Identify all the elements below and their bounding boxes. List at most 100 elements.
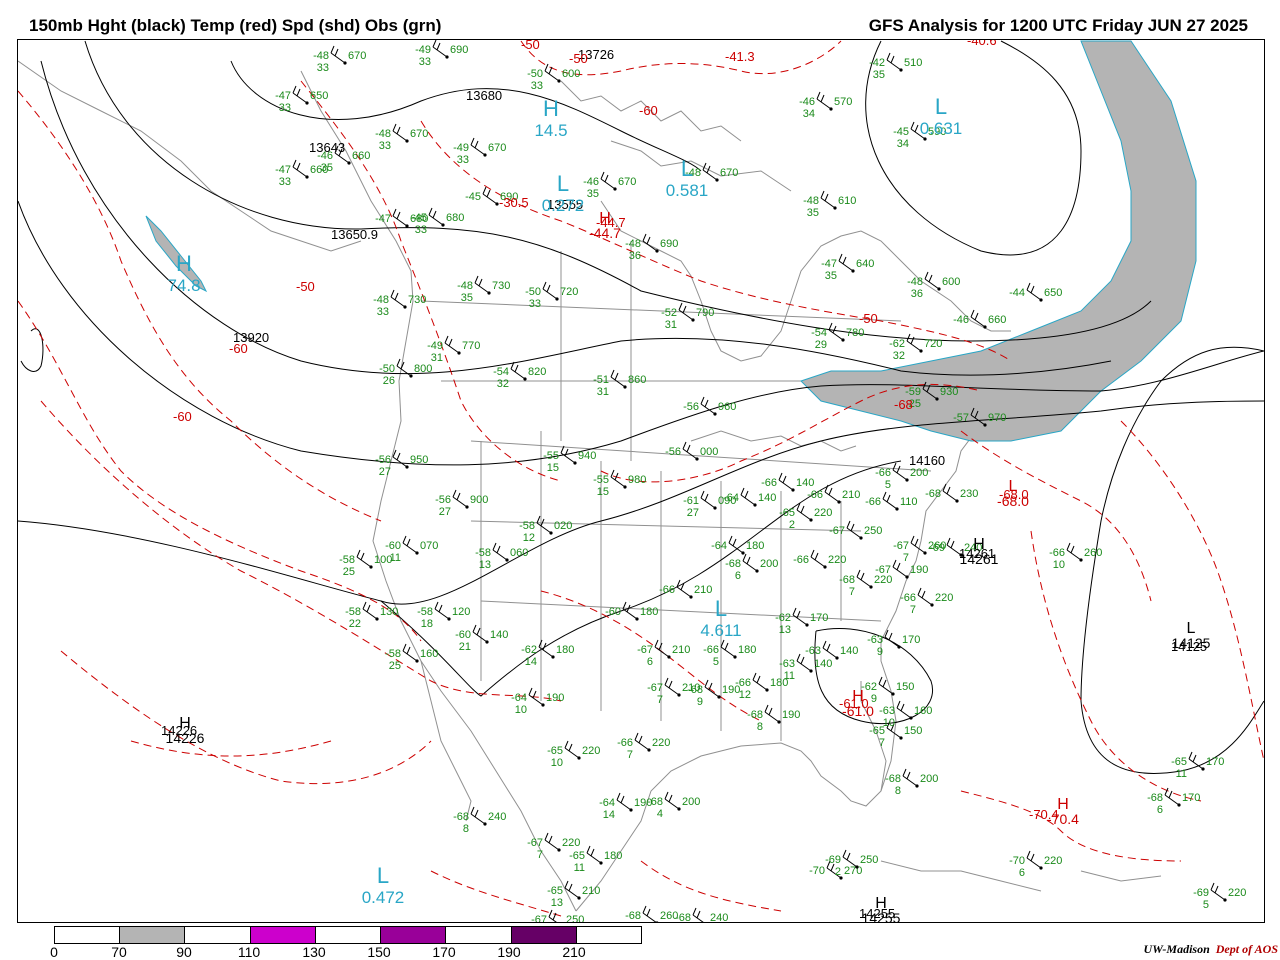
obs-height: 250 — [864, 525, 882, 537]
wind-barb — [796, 502, 812, 521]
station-dot — [809, 669, 813, 673]
station-dot — [305, 175, 309, 179]
station-plot: -64 19014 — [599, 797, 652, 821]
obs-height: 670 — [488, 142, 506, 154]
obs-dewpoint: 13 — [479, 559, 491, 571]
obs-height: 110 — [900, 496, 918, 508]
obs-height: 220 — [652, 737, 670, 749]
station-dot — [647, 748, 651, 752]
obs-height: 160 — [914, 705, 932, 717]
station-dot — [835, 656, 839, 660]
station-plot: -65 170 11 — [1171, 756, 1224, 780]
wind-barb — [402, 643, 418, 662]
high-center: H14.5 — [534, 96, 567, 140]
obs-temperature: -66 — [865, 496, 881, 508]
center-value: -70.4 — [1047, 811, 1079, 827]
credit-org: UW-Madison — [1143, 942, 1210, 956]
station-dot — [1223, 898, 1227, 902]
obs-dewpoint: 6 — [647, 656, 653, 668]
station-dot — [483, 822, 487, 826]
obs-temperature: -65 — [547, 885, 563, 897]
legend-label: 110 — [237, 944, 261, 960]
obs-height: 180 — [556, 644, 574, 656]
wind-barb — [544, 832, 560, 851]
station-plot: -58 130 22 — [345, 606, 398, 630]
station-plot: -65 220 2 — [779, 507, 832, 531]
temp-label: -30.5 — [499, 195, 529, 210]
station-plot: -62 180 14 — [521, 644, 574, 668]
station-dot — [505, 558, 509, 562]
wind-barb — [1026, 850, 1042, 869]
obs-temperature: -50 — [525, 286, 541, 298]
obs-temperature: -68 — [1147, 792, 1163, 804]
obs-temperature: -62 — [889, 338, 905, 350]
obs-height: 170 — [1182, 792, 1200, 804]
wind-barb — [1210, 882, 1226, 901]
station-dot — [523, 377, 527, 381]
wind-barb — [824, 484, 840, 503]
station-plot: -49 770 31 — [427, 340, 480, 364]
center-value: -44.7 — [589, 225, 621, 241]
temp-label: -68 — [894, 397, 913, 412]
temp-label: -50 — [569, 51, 588, 66]
obs-temperature: -67 — [527, 837, 543, 849]
legend-label: 190 — [497, 944, 521, 960]
station-dot — [713, 506, 717, 510]
station-dot — [465, 505, 469, 509]
obs-temperature: -63 — [867, 634, 883, 646]
low-center: L-68.0 — [997, 478, 1029, 509]
obs-temperature: -67 — [647, 682, 663, 694]
obs-dewpoint: 15 — [597, 486, 609, 498]
station-dot — [689, 595, 693, 599]
wind-barb — [474, 275, 490, 294]
temp-label: -50 — [859, 311, 878, 326]
obs-temperature: -64 — [599, 797, 615, 809]
obs-temperature: -67 — [875, 564, 891, 576]
obs-temperature: -48 — [313, 50, 329, 62]
obs-temperature: -69 — [825, 854, 841, 866]
center-value: 0.272 — [542, 196, 585, 215]
obs-dewpoint: 33 — [279, 176, 291, 188]
station-dot — [677, 693, 681, 697]
low-center: L4.611 — [700, 596, 741, 640]
station-observations: -48 67033-49 69033-47 65033-48 67033-46 66035… — [275, 44, 1246, 922]
wind-barb — [292, 85, 308, 104]
station-plot: -48 670 33 — [313, 50, 366, 74]
wind-barb — [752, 672, 768, 691]
station-plot: -62 1509 — [861, 681, 914, 705]
station-dot — [655, 249, 659, 253]
temp-label: -50 — [521, 40, 540, 52]
wind-barb — [678, 302, 694, 321]
station-plot: -66 18012 — [735, 677, 788, 701]
obs-height: 670 — [410, 128, 428, 140]
station-plot: -70 220 6 — [1009, 855, 1062, 879]
wind-barb — [542, 281, 558, 300]
station-plot: -52 790 31 — [661, 307, 714, 331]
obs-height: 190 — [910, 564, 928, 576]
obs-height: 210 — [582, 885, 600, 897]
center-letter: L — [935, 94, 947, 119]
obs-dewpoint: 7 — [657, 694, 663, 706]
legend-label: 170 — [432, 944, 456, 960]
wind-barb — [642, 905, 657, 922]
obs-dewpoint: 12 — [523, 532, 535, 544]
obs-dewpoint: 35 — [825, 270, 837, 282]
legend-swatch — [315, 927, 382, 943]
station-plot: -58 160 25 — [385, 648, 438, 672]
obs-dewpoint: 27 — [687, 507, 699, 519]
obs-temperature: -54 — [493, 366, 509, 378]
obs-dewpoint: 13 — [779, 624, 791, 636]
obs-dewpoint: 6 — [1157, 804, 1163, 816]
center-value: 14226 — [166, 730, 205, 746]
legend-swatch — [185, 927, 251, 943]
obs-dewpoint: 33 — [377, 306, 389, 318]
obs-temperature: -63 — [805, 645, 821, 657]
station-plot: -46 670 35 — [583, 176, 636, 200]
station-dot — [983, 325, 987, 329]
station-plot: -48 670 33 — [375, 128, 428, 152]
obs-temperature: -50 — [527, 68, 543, 80]
obs-height: 200 — [682, 796, 700, 808]
obs-temperature: -66 — [761, 477, 777, 489]
station-dot — [555, 297, 559, 301]
wind-barb — [616, 792, 632, 811]
